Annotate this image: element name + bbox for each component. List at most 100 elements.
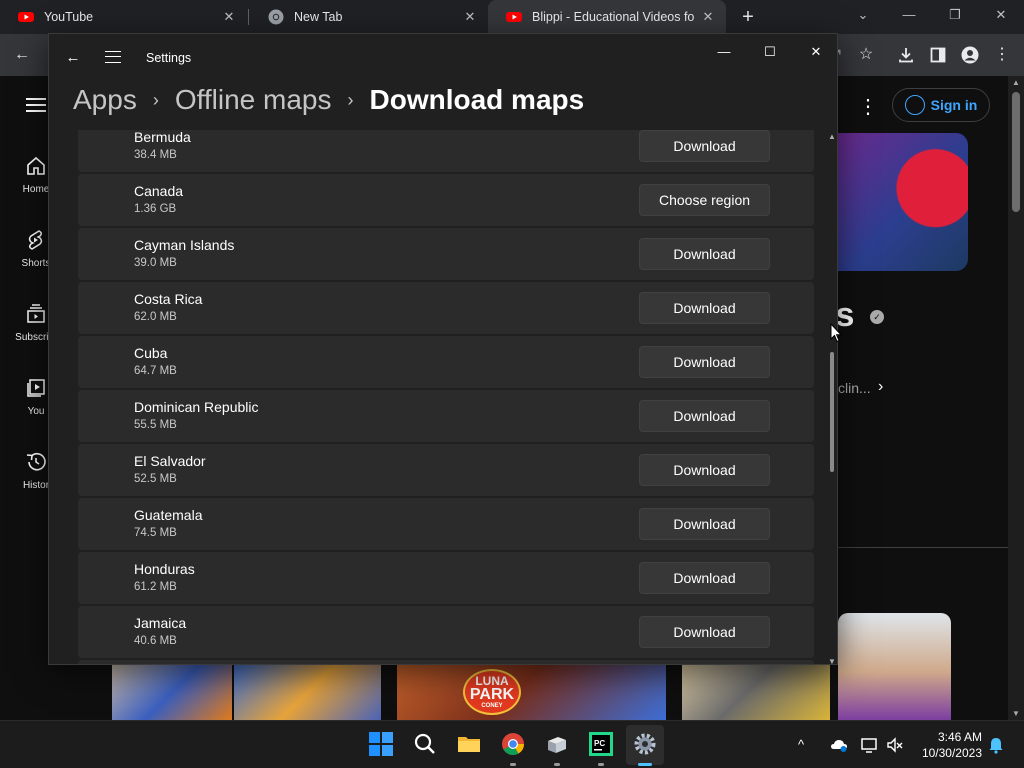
account-icon xyxy=(904,95,925,115)
map-size: 74.5 MB xyxy=(134,527,177,539)
volume-muted-icon[interactable] xyxy=(886,736,904,754)
page-scrollbar[interactable]: ▲ ▼ xyxy=(1008,76,1024,720)
sidebar-label: Home xyxy=(22,184,50,195)
onedrive-icon[interactable] xyxy=(830,737,848,753)
map-size: 38.4 MB xyxy=(134,149,177,161)
logo-text: PARK xyxy=(469,686,515,703)
map-size: 40.6 MB xyxy=(134,635,177,647)
download-button[interactable]: Download xyxy=(639,238,770,270)
chrome-icon[interactable] xyxy=(500,731,526,757)
minimize-button[interactable]: — xyxy=(701,38,747,66)
window-title: Settings xyxy=(146,51,192,65)
download-button[interactable]: Download xyxy=(639,562,770,594)
close-button[interactable]: ✕ xyxy=(793,38,837,66)
list-item xyxy=(78,660,814,664)
settings-gear-icon[interactable] xyxy=(632,731,658,757)
map-name: Jamaica xyxy=(134,615,187,631)
chevron-up-icon[interactable]: ^ xyxy=(798,737,804,752)
map-size: 64.7 MB xyxy=(134,365,177,377)
network-icon[interactable] xyxy=(860,736,878,754)
tab-blippi[interactable]: Blippi - Educational Videos for K ✕ xyxy=(488,0,726,34)
sidebar-label: Histor xyxy=(22,480,50,491)
profile-icon[interactable] xyxy=(958,43,982,67)
map-size: 1.36 GB xyxy=(134,203,177,215)
scrollbar-thumb[interactable] xyxy=(830,352,834,472)
sign-in-button[interactable]: Sign in xyxy=(892,88,990,122)
youtube-settings-menu-icon[interactable]: ⋮ xyxy=(858,94,878,119)
video-thumbnail[interactable] xyxy=(838,613,951,720)
close-icon[interactable]: ✕ xyxy=(221,9,237,25)
map-name: Cuba xyxy=(134,345,168,361)
tab-youtube[interactable]: YouTube ✕ xyxy=(0,0,247,34)
new-tab-button[interactable]: + xyxy=(737,6,759,28)
chevron-right-icon[interactable]: › xyxy=(878,378,883,396)
browser-restore-button[interactable]: ❐ xyxy=(932,0,978,30)
list-item: Guatemala 74.5 MB Download xyxy=(78,498,814,550)
list-item: El Salvador 52.5 MB Download xyxy=(78,444,814,496)
download-button[interactable]: Download xyxy=(639,616,770,648)
map-size: 52.5 MB xyxy=(134,473,177,485)
history-icon xyxy=(26,452,46,471)
file-explorer-icon[interactable] xyxy=(456,731,482,757)
windows-start-icon[interactable] xyxy=(368,731,394,757)
chevron-right-icon: › xyxy=(347,89,354,110)
tab-new-tab[interactable]: New Tab ✕ xyxy=(250,0,488,34)
video-thumbnail[interactable] xyxy=(234,665,381,720)
download-icon[interactable] xyxy=(894,43,918,67)
tab-title: New Tab xyxy=(294,10,343,24)
close-icon[interactable]: ✕ xyxy=(462,9,478,25)
browser-back-button[interactable]: ← xyxy=(10,43,34,67)
verified-check-icon: ✓ xyxy=(870,310,884,324)
breadcrumb-apps[interactable]: Apps xyxy=(73,84,137,116)
browser-minimize-button[interactable]: — xyxy=(886,0,932,30)
download-button[interactable]: Download xyxy=(639,400,770,432)
map-name: Dominican Republic xyxy=(134,399,259,415)
chevron-right-icon: › xyxy=(152,89,159,110)
settings-scrollbar[interactable]: ▲ ▼ xyxy=(828,132,836,664)
pycharm-icon[interactable]: PC xyxy=(588,731,614,757)
notification-bell-icon[interactable] xyxy=(988,736,1004,754)
more-menu-icon[interactable]: ⋮ xyxy=(990,43,1014,67)
breadcrumb: Apps › Offline maps › Download maps xyxy=(73,80,584,120)
youtube-menu-icon[interactable] xyxy=(26,98,46,112)
map-name: Honduras xyxy=(134,561,195,577)
subscriptions-icon xyxy=(27,304,45,323)
tab-separator xyxy=(248,9,249,25)
settings-window: ← Settings — ☐ ✕ Apps › Offline maps › D… xyxy=(48,33,838,665)
list-item: Cuba 64.7 MB Download xyxy=(78,336,814,388)
side-panel-icon[interactable] xyxy=(926,43,950,67)
video-thumbnail[interactable]: LUNA PARK CONEY xyxy=(397,665,666,720)
download-button[interactable]: Download xyxy=(639,130,770,162)
navigation-menu-icon[interactable] xyxy=(105,51,121,63)
sidebar-label: Shorts xyxy=(21,258,51,269)
bookmark-star-icon[interactable]: ☆ xyxy=(854,43,878,67)
tab-search-icon[interactable]: ⌄ xyxy=(840,0,886,30)
download-button[interactable]: Download xyxy=(639,508,770,540)
map-name: Bermuda xyxy=(134,130,191,145)
close-icon[interactable]: ✕ xyxy=(700,9,716,25)
search-icon[interactable] xyxy=(412,731,438,757)
choose-region-button[interactable]: Choose region xyxy=(639,184,770,216)
download-button[interactable]: Download xyxy=(639,292,770,324)
browser-close-button[interactable]: ✕ xyxy=(978,0,1024,30)
download-button[interactable]: Download xyxy=(639,346,770,378)
channel-description[interactable]: clin... xyxy=(838,380,871,396)
tab-title: Blippi - Educational Videos for K xyxy=(532,10,694,24)
sidebar-label: You xyxy=(27,406,45,417)
home-icon xyxy=(27,156,45,175)
map-name: Guatemala xyxy=(134,507,203,523)
video-thumbnail[interactable] xyxy=(682,665,830,720)
library-icon xyxy=(27,379,45,397)
map-size: 39.0 MB xyxy=(134,257,177,269)
taskbar: PC ^ 3:46 AM 10/30/2023 xyxy=(0,720,1024,768)
running-indicator xyxy=(510,763,516,766)
youtube-icon xyxy=(18,12,34,22)
list-item: Bermuda 38.4 MB Download xyxy=(78,130,814,172)
download-button[interactable]: Download xyxy=(639,454,770,486)
maximize-button[interactable]: ☐ xyxy=(747,38,793,66)
breadcrumb-offline-maps[interactable]: Offline maps xyxy=(175,84,332,116)
video-thumbnail[interactable] xyxy=(112,665,232,720)
app-icon[interactable] xyxy=(544,731,570,757)
back-arrow-icon[interactable]: ← xyxy=(63,48,83,68)
clock[interactable]: 3:46 AM 10/30/2023 xyxy=(912,729,982,761)
